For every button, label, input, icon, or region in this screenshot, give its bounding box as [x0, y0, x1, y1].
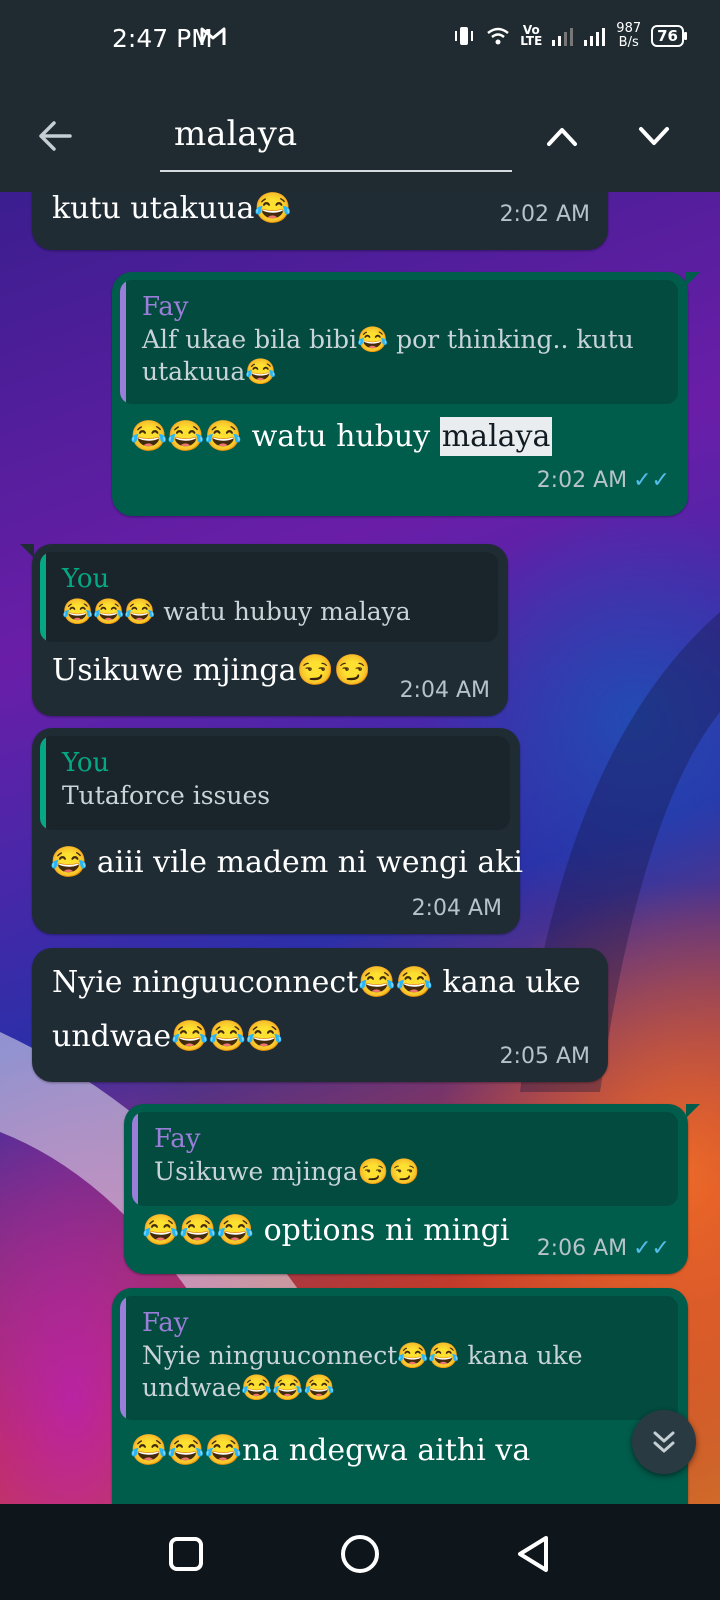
circle-icon[interactable]	[338, 1532, 382, 1576]
message-bubble-incoming[interactable]: You 😂😂😂 watu hubuy malaya Usikuwe mjinga…	[20, 544, 508, 716]
signal-icon-1	[552, 28, 574, 46]
message-time: 2:04 AM	[411, 896, 502, 921]
read-receipt-icon: ✓✓	[633, 1236, 670, 1261]
quote-text: undwae😂😂😂	[142, 1373, 335, 1402]
status-time: 2:47 PM	[112, 24, 213, 53]
search-field[interactable]	[160, 108, 528, 172]
message-bubble-outgoing[interactable]: Fay Alf ukae bila bibi😂 por thinking.. k…	[112, 272, 700, 516]
quote-author: Fay	[142, 292, 189, 322]
status-icons: Vo LTE 987 B/s 76	[452, 21, 687, 50]
message-time: 2:02 AM ✓✓	[536, 468, 670, 493]
message-time: 2:04 AM	[399, 678, 490, 703]
message-time: 2:06 AM ✓✓	[536, 1236, 670, 1261]
signal-icon-2	[584, 28, 606, 46]
quote-author: You	[62, 564, 110, 594]
arrow-left-icon[interactable]	[34, 114, 78, 158]
chevron-down-icon[interactable]	[632, 114, 676, 158]
square-icon[interactable]	[164, 1532, 208, 1576]
quoted-message[interactable]: You Tutaforce issues	[40, 736, 510, 830]
message-text: 😂😂😂 watu hubuy malaya	[130, 417, 553, 456]
quoted-message[interactable]: Fay Alf ukae bila bibi😂 por thinking.. k…	[120, 280, 678, 404]
volte-label: Vo LTE	[520, 23, 543, 48]
message-time: 2:02 AM	[499, 202, 590, 227]
quote-text: Alf ukae bila bibi😂 por thinking.. kutu	[142, 325, 634, 354]
message-text: 😂😂😂na ndegwa aithi va	[130, 1433, 531, 1468]
search-input[interactable]	[160, 108, 528, 160]
chevron-up-icon[interactable]	[540, 114, 584, 158]
message-text: undwae😂😂😂	[52, 1019, 284, 1054]
triangle-icon[interactable]	[512, 1532, 556, 1576]
message-text: Nyie ninguuconnect😂😂 kana uke	[52, 965, 581, 1000]
chat-area[interactable]: kutu utakuua😂 2:02 AM Fay Alf ukae bila …	[0, 192, 720, 1504]
network-speed: 987 B/s	[616, 21, 642, 50]
message-text: kutu utakuua😂	[52, 192, 292, 226]
message-text: 😂 aiii vile madem ni wengi aki	[50, 845, 523, 880]
status-bar: 2:47 PM Vo LTE 987 B/s 76	[0, 0, 720, 80]
quoted-message[interactable]: Fay Usikuwe mjinga😏😏	[132, 1112, 678, 1206]
vibrate-icon	[455, 27, 474, 45]
battery-indicator: 76	[651, 25, 687, 47]
message-bubble-outgoing[interactable]: Fay Nyie ninguuconnect😂😂 kana uke undwae…	[112, 1288, 688, 1504]
message-time: 2:05 AM	[499, 1044, 590, 1069]
message-bubble-incoming[interactable]: kutu utakuua😂 2:02 AM	[32, 192, 608, 250]
message-text: Usikuwe mjinga😏😏	[52, 653, 372, 688]
quote-text: 😂😂😂 watu hubuy malaya	[62, 597, 411, 626]
quote-author: You	[62, 748, 110, 778]
message-text: 😂😂😂 options ni mingi	[142, 1213, 510, 1248]
gmail-icon	[200, 27, 226, 45]
quote-text: Tutaforce issues	[62, 781, 271, 810]
quote-text: Usikuwe mjinga😏😏	[154, 1157, 421, 1186]
message-bubble-incoming[interactable]: You Tutaforce issues 😂 aiii vile madem n…	[32, 728, 523, 934]
quote-author: Fay	[142, 1308, 189, 1338]
quote-author: Fay	[154, 1124, 201, 1154]
quoted-message[interactable]: You 😂😂😂 watu hubuy malaya	[40, 552, 498, 642]
quoted-message[interactable]: Fay Nyie ninguuconnect😂😂 kana uke undwae…	[120, 1296, 678, 1420]
message-bubble-outgoing[interactable]: Fay Usikuwe mjinga😏😏 😂😂😂 options ni ming…	[124, 1104, 700, 1274]
message-bubble-incoming[interactable]: Nyie ninguuconnect😂😂 kana uke undwae😂😂😂 …	[32, 948, 608, 1082]
double-chevron-down-icon	[653, 1431, 675, 1453]
search-highlight: malaya	[439, 417, 553, 456]
wifi-icon	[487, 27, 510, 45]
quote-text: utakuua😂	[142, 357, 277, 386]
quote-text: Nyie ninguuconnect😂😂 kana uke	[142, 1341, 583, 1370]
scroll-to-bottom-button[interactable]	[632, 1410, 696, 1474]
read-receipt-icon: ✓✓	[633, 468, 670, 493]
system-navigation-bar	[0, 1504, 720, 1600]
